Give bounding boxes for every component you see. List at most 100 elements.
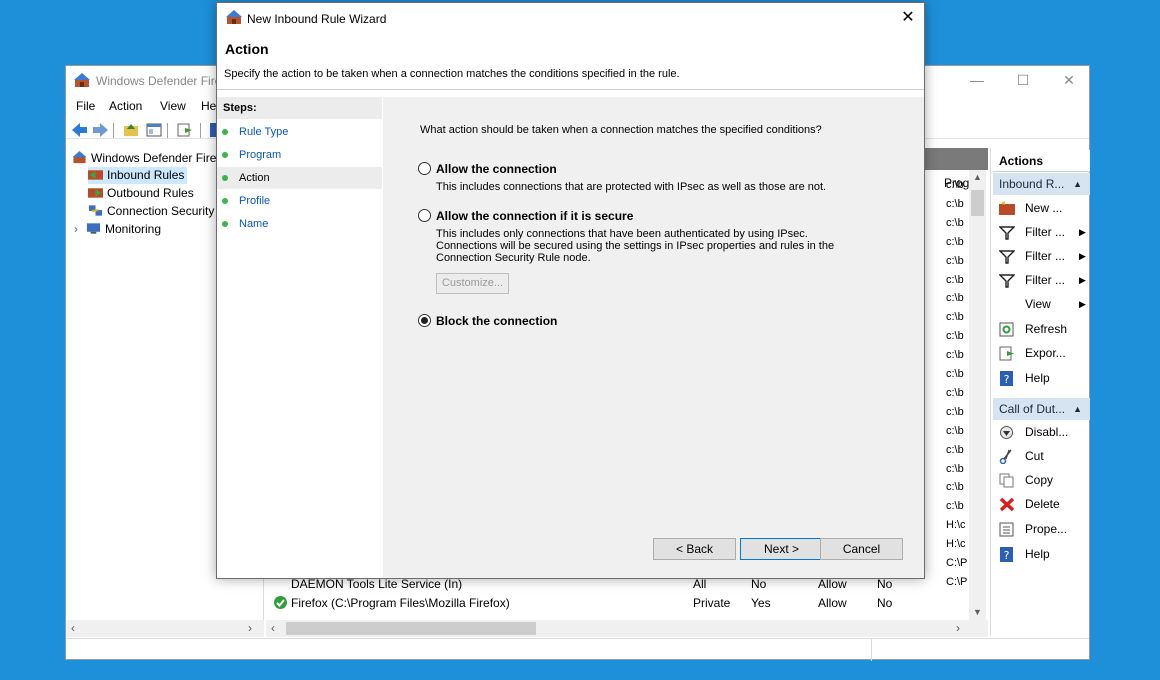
tree-item-label: Windows Defender Firev <box>91 151 223 165</box>
step-program[interactable]: Program <box>217 144 382 166</box>
minimize-button[interactable]: — <box>954 66 1000 96</box>
action-delete[interactable]: Delete <box>999 494 1089 514</box>
table-cell-program-path: c:\b <box>946 405 964 418</box>
action-refresh[interactable]: Refresh <box>999 319 1089 339</box>
export-list-icon[interactable] <box>177 123 193 137</box>
section-label: Call of Dut... <box>999 402 1066 416</box>
step-rule-type[interactable]: Rule Type <box>217 121 382 143</box>
table-cell-program-path: C:\P <box>946 575 968 588</box>
action-label: Refresh <box>1025 322 1068 336</box>
new-rule-icon <box>999 201 1015 215</box>
table-cell-action: Allow <box>818 577 847 591</box>
wizard-close-button[interactable]: ✕ <box>893 6 923 30</box>
step-label: Profile <box>239 195 271 207</box>
tree-item-root[interactable]: Windows Defender Firev <box>72 150 222 167</box>
close-button[interactable]: ✕ <box>1046 66 1092 96</box>
action-label: Filter ... <box>1025 249 1066 263</box>
action-label: Help <box>1025 547 1050 561</box>
scroll-thumb[interactable] <box>286 622 536 635</box>
next-button[interactable]: Next > <box>740 538 823 560</box>
actions-section-inbound[interactable]: Inbound R... ▲ <box>993 173 1090 195</box>
step-profile[interactable]: Profile <box>217 190 382 212</box>
tree-item-inbound-rules[interactable]: Inbound Rules <box>88 167 188 184</box>
step-dot-icon <box>222 175 228 181</box>
delete-x-icon <box>999 497 1015 512</box>
radio-block-connection[interactable] <box>418 314 431 327</box>
action-help[interactable]: ? Help <box>999 368 1089 388</box>
step-action[interactable]: Action <box>217 167 382 189</box>
scroll-left-icon[interactable]: ‹ <box>271 621 275 635</box>
action-label: Delete <box>1025 497 1060 511</box>
menu-action[interactable]: Action <box>109 99 142 113</box>
show-hide-tree-icon[interactable] <box>146 123 162 137</box>
tree-horizontal-scrollbar[interactable]: ‹ › <box>66 620 264 637</box>
action-disable-rule[interactable]: Disabl... <box>999 422 1089 442</box>
scroll-up-icon[interactable]: ▲ <box>973 172 982 182</box>
scroll-down-icon[interactable]: ▼ <box>973 607 982 617</box>
action-export[interactable]: Expor... <box>999 343 1089 363</box>
action-filter-profile[interactable]: Filter ... ▶ <box>999 222 1089 242</box>
table-cell-program-path: c:\b <box>946 216 964 229</box>
table-row-daemon-name[interactable]: DAEMON Tools Lite Service (In) <box>291 577 462 591</box>
option-allow-secure-label[interactable]: Allow the connection if it is secure <box>436 209 633 223</box>
option-block-label[interactable]: Block the connection <box>436 314 557 328</box>
radio-allow-connection[interactable] <box>418 162 431 175</box>
expand-chevron-icon[interactable]: › <box>74 221 86 238</box>
table-cell-program-path: c:\b <box>946 273 964 286</box>
list-vertical-scrollbar[interactable]: ▲ ▼ <box>969 170 986 620</box>
table-cell-enabled: Yes <box>751 596 771 610</box>
actions-header: Actions <box>993 150 1090 172</box>
actions-section-rule[interactable]: Call of Dut... ▲ <box>993 398 1090 420</box>
scroll-thumb[interactable] <box>971 190 984 216</box>
wizard-titlebar: New Inbound Rule Wizard ✕ <box>217 3 924 33</box>
menu-help[interactable]: He <box>201 99 216 113</box>
maximize-button[interactable]: ☐ <box>1000 66 1046 96</box>
tree-item-outbound-rules[interactable]: Outbound Rules <box>88 185 194 202</box>
tree-item-connection-security[interactable]: Connection Security <box>88 203 214 220</box>
action-properties[interactable]: Prope... <box>999 519 1089 539</box>
menu-view[interactable]: View <box>160 99 186 113</box>
table-cell-program-path: c:\b <box>946 292 964 305</box>
action-label: Filter ... <box>1025 225 1066 239</box>
table-cell-program-path: c:\b <box>946 424 964 437</box>
table-cell-program-path: H:\c <box>946 519 966 532</box>
tree-item-monitoring[interactable]: › Monitoring <box>74 221 161 238</box>
menu-file[interactable]: File <box>76 99 95 113</box>
scroll-right-icon[interactable]: › <box>956 621 960 635</box>
collapse-up-icon[interactable]: ▲ <box>1073 398 1082 420</box>
action-view[interactable]: View ▶ <box>999 294 1089 314</box>
submenu-arrow-icon: ▶ <box>1079 299 1086 309</box>
back-arrow-icon[interactable] <box>72 123 88 137</box>
filter-icon <box>999 226 1015 240</box>
action-question: What action should be taken when a conne… <box>420 124 822 136</box>
table-cell-profile: All <box>693 577 707 591</box>
action-copy[interactable]: Copy <box>999 470 1089 490</box>
scroll-left-icon[interactable]: ‹ <box>71 621 75 635</box>
option-allow-label[interactable]: Allow the connection <box>436 162 557 176</box>
actions-pane: Actions Inbound R... ▲ New ... Filter ...… <box>990 148 1090 636</box>
step-name[interactable]: Name <box>217 213 382 235</box>
table-cell-program-path: c:\b <box>946 235 964 248</box>
wizard-steps-panel: Steps: Rule Type Program Action Profile … <box>217 97 382 578</box>
back-button[interactable]: < Back <box>653 538 736 560</box>
action-cut[interactable]: Cut <box>999 446 1089 466</box>
action-label: Help <box>1025 371 1050 385</box>
forward-arrow-icon[interactable] <box>92 123 108 137</box>
radio-allow-if-secure[interactable] <box>418 209 431 222</box>
action-help-rule[interactable]: ? Help <box>999 544 1089 564</box>
action-filter-state[interactable]: Filter ... ▶ <box>999 246 1089 266</box>
table-cell-program-path: c:\b <box>946 462 964 475</box>
customize-button[interactable]: Customize... <box>436 273 509 294</box>
cancel-button[interactable]: Cancel <box>820 538 903 560</box>
list-horizontal-scrollbar[interactable]: ‹ › <box>266 620 988 637</box>
action-filter-group[interactable]: Filter ... ▶ <box>999 270 1089 290</box>
up-folder-icon[interactable] <box>123 123 139 137</box>
new-inbound-rule-wizard: New Inbound Rule Wizard ✕ Action Specify… <box>216 2 925 579</box>
action-new-rule[interactable]: New ... <box>999 198 1089 218</box>
table-cell-enabled: No <box>751 577 767 591</box>
table-row-firefox-name[interactable]: Firefox (C:\Program Files\Mozilla Firefo… <box>291 596 510 610</box>
refresh-icon <box>999 322 1014 337</box>
action-label: New ... <box>1025 201 1063 215</box>
collapse-up-icon[interactable]: ▲ <box>1073 173 1082 195</box>
scroll-right-icon[interactable]: › <box>248 621 252 635</box>
